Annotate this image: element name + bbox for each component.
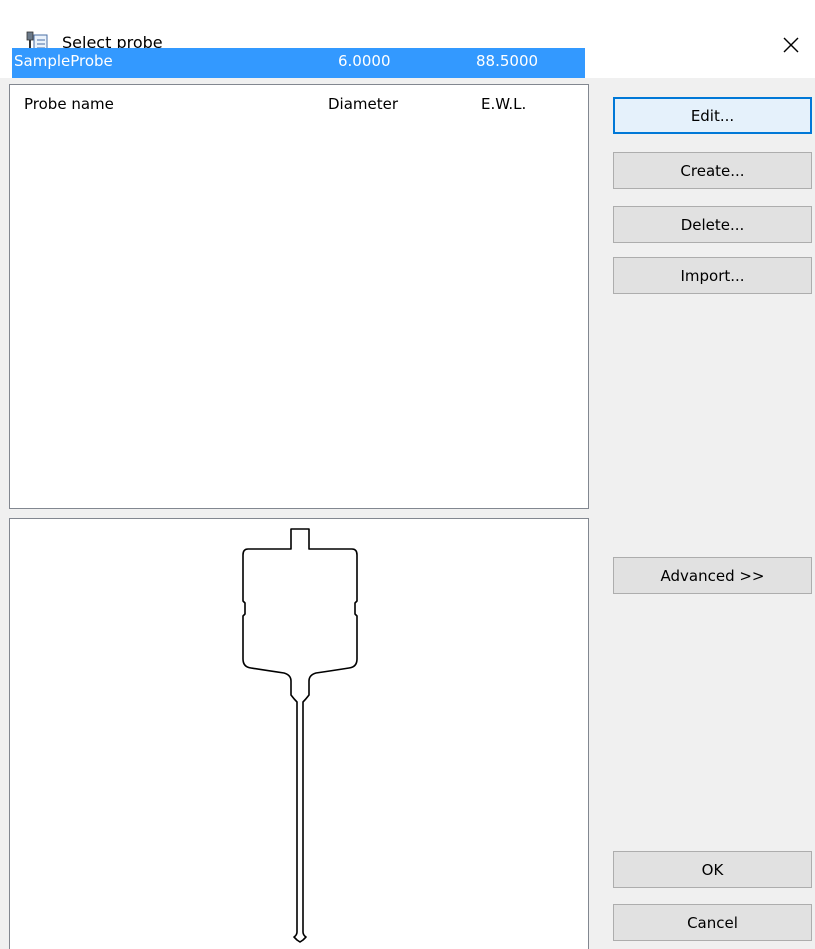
advanced-button[interactable]: Advanced >> (613, 557, 812, 594)
column-header-diameter[interactable]: Diameter (328, 95, 398, 113)
diameter-cell: 6.0000 (338, 52, 391, 70)
close-icon (783, 37, 799, 53)
table-row[interactable]: SampleProbe 6.0000 88.5000 (12, 48, 585, 78)
column-header-ewl[interactable]: E.W.L. (481, 95, 526, 113)
probe-list[interactable]: Probe name Diameter E.W.L. (9, 84, 589, 509)
create-button[interactable]: Create... (613, 152, 812, 189)
ewl-cell: 88.5000 (476, 52, 539, 70)
probe-preview-panel (9, 518, 589, 949)
delete-button[interactable]: Delete... (613, 206, 812, 243)
close-button[interactable] (770, 24, 812, 66)
edit-button[interactable]: Edit... (613, 97, 812, 134)
probe-name-cell: SampleProbe (14, 52, 113, 70)
import-button[interactable]: Import... (613, 257, 812, 294)
ok-button[interactable]: OK (613, 851, 812, 888)
cancel-button[interactable]: Cancel (613, 904, 812, 941)
column-header-probe-name[interactable]: Probe name (24, 95, 114, 113)
probe-outline-drawing (242, 528, 358, 943)
